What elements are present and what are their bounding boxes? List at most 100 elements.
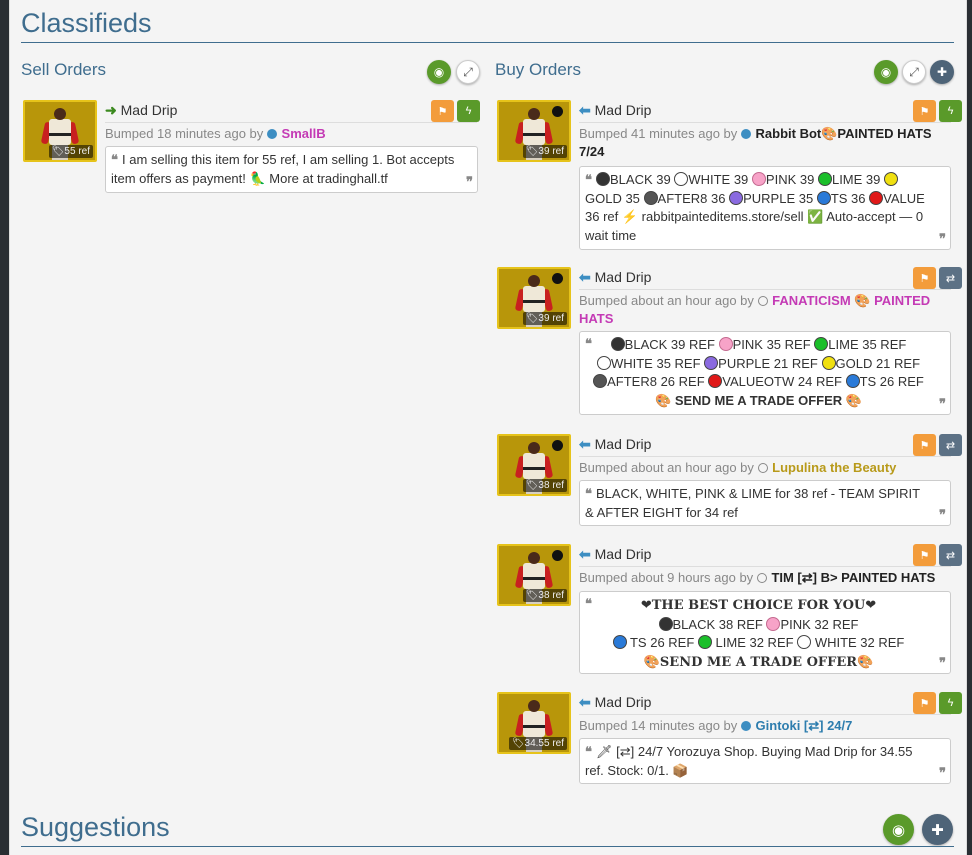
- flag-icon: ⚑: [437, 105, 448, 118]
- flag-icon: ⚑: [919, 697, 930, 710]
- exchange-icon: ⇄: [945, 439, 956, 452]
- plus-icon: ✚: [931, 821, 944, 839]
- name-divider: [579, 122, 951, 123]
- expand-icon: ⤢: [909, 64, 919, 79]
- instant-trade-button[interactable]: ϟ: [939, 692, 962, 714]
- quote-icon: ❝: [585, 486, 592, 501]
- item-image[interactable]: 🏷38 ref: [497, 544, 571, 606]
- eye-slash-icon: ◉: [891, 821, 906, 839]
- bumped-line: Bumped 18 minutes ago by SmallB: [105, 126, 326, 141]
- user-link[interactable]: SmallB: [282, 126, 326, 141]
- listing-message: ❝ I am selling this item for 55 ref, I am…: [105, 146, 478, 193]
- item-image[interactable]: 🏷39 ref: [497, 267, 571, 329]
- bumped-line: Bumped about an hour ago by Lupulina the…: [579, 460, 897, 475]
- lightning-icon: ϟ: [465, 105, 472, 117]
- price-tag: 🏷55 ref: [48, 145, 93, 158]
- plus-icon: ✚: [936, 65, 948, 79]
- hide-suggestions-button[interactable]: ◉: [883, 814, 914, 845]
- tag-icon: 🏷: [51, 146, 65, 157]
- listing-message: ❝ BLACK 39 REF PINK 35 REF LIME 35 REF W…: [579, 331, 951, 415]
- arrow-left-icon: ⬅: [579, 436, 591, 452]
- listing-actions: ⚑ ⇄: [913, 544, 962, 566]
- listing-actions: ⚑ ϟ: [913, 100, 962, 122]
- item-image[interactable]: 🏷34.55 ref: [497, 692, 571, 754]
- flag-icon: ⚑: [919, 105, 930, 118]
- flag-icon: ⚑: [919, 439, 930, 452]
- expand-icon: ⤢: [463, 64, 473, 79]
- listing-message: ❝ ❤THE BEST CHOICE FOR YOU❤ BLACK 38 REF…: [579, 591, 951, 674]
- price-tag: 🏷34.55 ref: [508, 737, 567, 750]
- buy-listing: 🏷39 ref ⬅ Mad Drip ⚑ ϟ Bumped 41 minutes…: [497, 100, 962, 250]
- buy-orders-title: Buy Orders: [495, 60, 581, 79]
- add-suggestion-button[interactable]: ✚: [922, 814, 953, 845]
- item-image[interactable]: 🏷55 ref: [23, 100, 97, 162]
- flag-icon: ⚑: [919, 549, 930, 562]
- price-tag: 🏷38 ref: [522, 479, 567, 492]
- bumped-line: Bumped about an hour ago by FANATICISM 🎨…: [579, 293, 931, 326]
- quote-icon: ❞: [466, 173, 473, 189]
- price-tag: 🏷38 ref: [522, 589, 567, 602]
- report-button[interactable]: ⚑: [913, 100, 936, 122]
- quote-icon: ❞: [939, 230, 946, 246]
- item-name[interactable]: ⬅ Mad Drip: [579, 102, 651, 119]
- quote-icon: ❝: [585, 744, 592, 759]
- price-tag: 🏷39 ref: [522, 312, 567, 325]
- trade-offer-button[interactable]: ⇄: [939, 267, 962, 289]
- bumped-line: Bumped 41 minutes ago by Rabbit Bot🎨PAIN…: [579, 126, 932, 159]
- listing-actions: ⚑ ϟ: [913, 692, 962, 714]
- trade-offer-button[interactable]: ⇄: [939, 544, 962, 566]
- expand-buy-button[interactable]: ⤢: [902, 60, 926, 84]
- hide-buy-button[interactable]: ◉: [874, 60, 898, 84]
- lightning-icon: ϟ: [947, 105, 954, 117]
- arrow-right-icon: ➜: [105, 102, 117, 118]
- flag-icon: ⚑: [919, 272, 930, 285]
- title-divider: [21, 42, 954, 43]
- user-link[interactable]: Lupulina the Beauty: [772, 460, 896, 475]
- item-name[interactable]: ⬅ Mad Drip: [579, 694, 651, 711]
- user-link[interactable]: Rabbit Bot: [756, 126, 822, 141]
- item-name[interactable]: ⬅ Mad Drip: [579, 436, 651, 453]
- report-button[interactable]: ⚑: [913, 267, 936, 289]
- report-button[interactable]: ⚑: [431, 100, 454, 122]
- bumped-line: Bumped about 9 hours ago by TIM [⇄] B> P…: [579, 570, 936, 585]
- instant-trade-button[interactable]: ϟ: [457, 100, 480, 122]
- eye-slash-icon: ◉: [880, 65, 892, 79]
- expand-sell-button[interactable]: ⤢: [456, 60, 480, 84]
- listing-actions: ⚑ ϟ: [431, 100, 480, 122]
- listing-message: ❝ 🗡 [⇄] 24/7 Yorozuya Shop. Buying Mad Dr…: [579, 738, 951, 784]
- report-button[interactable]: ⚑: [913, 544, 936, 566]
- item-image[interactable]: 🏷38 ref: [497, 434, 571, 496]
- item-image[interactable]: 🏷39 ref: [497, 100, 571, 162]
- buy-listing: 🏷34.55 ref ⬅ Mad Drip ⚑ ϟ Bumped 14 minu…: [497, 692, 962, 784]
- buy-listing: 🏷38 ref ⬅ Mad Drip ⚑ ⇄ Bumped about 9 ho…: [497, 544, 962, 674]
- user-status-icon: [266, 129, 277, 139]
- hide-sell-button[interactable]: ◉: [427, 60, 451, 84]
- item-name[interactable]: ➜ Mad Drip: [105, 102, 177, 119]
- trade-offer-button[interactable]: ⇄: [939, 434, 962, 456]
- listing-message: ❝ BLACK 39 WHITE 39 PINK 39 LIME 39 GOLD …: [579, 166, 951, 250]
- arrow-left-icon: ⬅: [579, 102, 591, 118]
- report-button[interactable]: ⚑: [913, 692, 936, 714]
- buy-listing: 🏷39 ref ⬅ Mad Drip ⚑ ⇄ Bumped about an h…: [497, 267, 962, 415]
- user-link[interactable]: TIM [⇄] B> PAINTED HATS: [771, 570, 935, 585]
- item-name[interactable]: ⬅ Mad Drip: [579, 546, 651, 563]
- exchange-icon: ⇄: [945, 549, 956, 562]
- bumped-line: Bumped 14 minutes ago by Gintoki [⇄] 24/…: [579, 718, 853, 733]
- listing-actions: ⚑ ⇄: [913, 434, 962, 456]
- eye-slash-icon: ◉: [433, 65, 445, 79]
- user-link[interactable]: FANATICISM: [772, 293, 850, 308]
- user-link[interactable]: Gintoki [⇄] 24/7: [756, 718, 853, 733]
- add-buy-button[interactable]: ✚: [930, 60, 954, 84]
- quote-icon: ❞: [939, 506, 946, 522]
- arrow-left-icon: ⬅: [579, 269, 591, 285]
- item-name[interactable]: ⬅ Mad Drip: [579, 269, 651, 286]
- instant-trade-button[interactable]: ϟ: [939, 100, 962, 122]
- suggestions-divider: [21, 846, 954, 847]
- report-button[interactable]: ⚑: [913, 434, 936, 456]
- name-divider: [105, 122, 477, 123]
- quote-icon: ❞: [939, 654, 946, 670]
- sell-listing: 🏷55 ref ➜ Mad Drip ⚑ ϟ Bumped 18 minutes…: [23, 100, 481, 200]
- listing-message: ❝ BLACK, WHITE, PINK & LIME for 38 ref - …: [579, 480, 951, 526]
- sell-orders-title: Sell Orders: [21, 60, 107, 79]
- listing-actions: ⚑ ⇄: [913, 267, 962, 289]
